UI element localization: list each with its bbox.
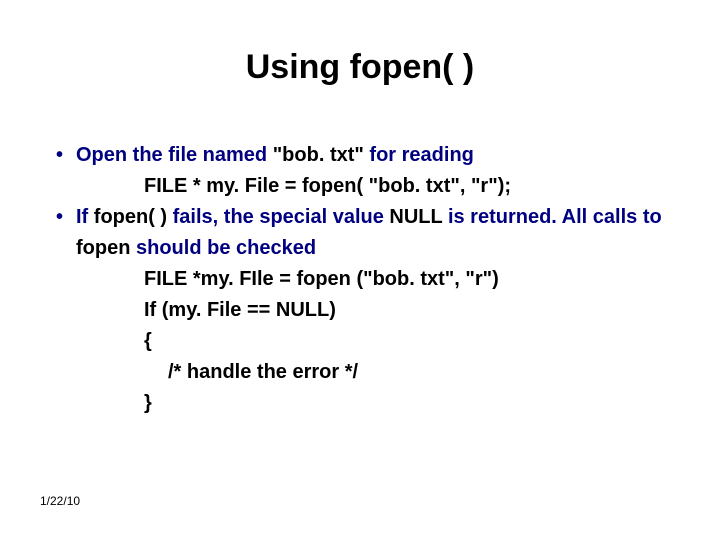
code-line: FILE *my. FIle = fopen ("bob. txt", "r") — [56, 264, 680, 295]
code-line: } — [56, 388, 680, 419]
slide-title: Using fopen( ) — [0, 48, 720, 87]
slide: Using fopen( ) • Open the file named "bo… — [0, 0, 720, 540]
code-line: { — [56, 326, 680, 357]
text-frag: should be checked — [130, 237, 316, 259]
bullet-text: If fopen( ) fails, the special value NUL… — [76, 202, 680, 264]
slide-body: • Open the file named "bob. txt" for rea… — [56, 140, 680, 419]
text-frag: for reading — [364, 144, 474, 166]
text-frag: NULL — [389, 206, 442, 228]
text-frag: is returned. All calls to — [442, 206, 661, 228]
code-line: FILE * my. File = fopen( "bob. txt", "r"… — [56, 171, 680, 202]
text-frag: Open the file named — [76, 144, 273, 166]
text-frag: "bob. txt" — [273, 144, 364, 166]
text-frag: fopen — [76, 237, 130, 259]
code-line: If (my. File == NULL) — [56, 295, 680, 326]
code-line: /* handle the error */ — [56, 357, 680, 388]
text-frag: fails, the special value — [167, 206, 389, 228]
bullet-item: • Open the file named "bob. txt" for rea… — [56, 140, 680, 171]
bullet-dot-icon: • — [56, 140, 76, 171]
text-frag: If — [76, 206, 94, 228]
footer-date: 1/22/10 — [40, 494, 80, 508]
bullet-dot-icon: • — [56, 202, 76, 233]
bullet-text: Open the file named "bob. txt" for readi… — [76, 140, 680, 171]
text-frag: fopen( ) — [94, 206, 167, 228]
bullet-item: • If fopen( ) fails, the special value N… — [56, 202, 680, 264]
